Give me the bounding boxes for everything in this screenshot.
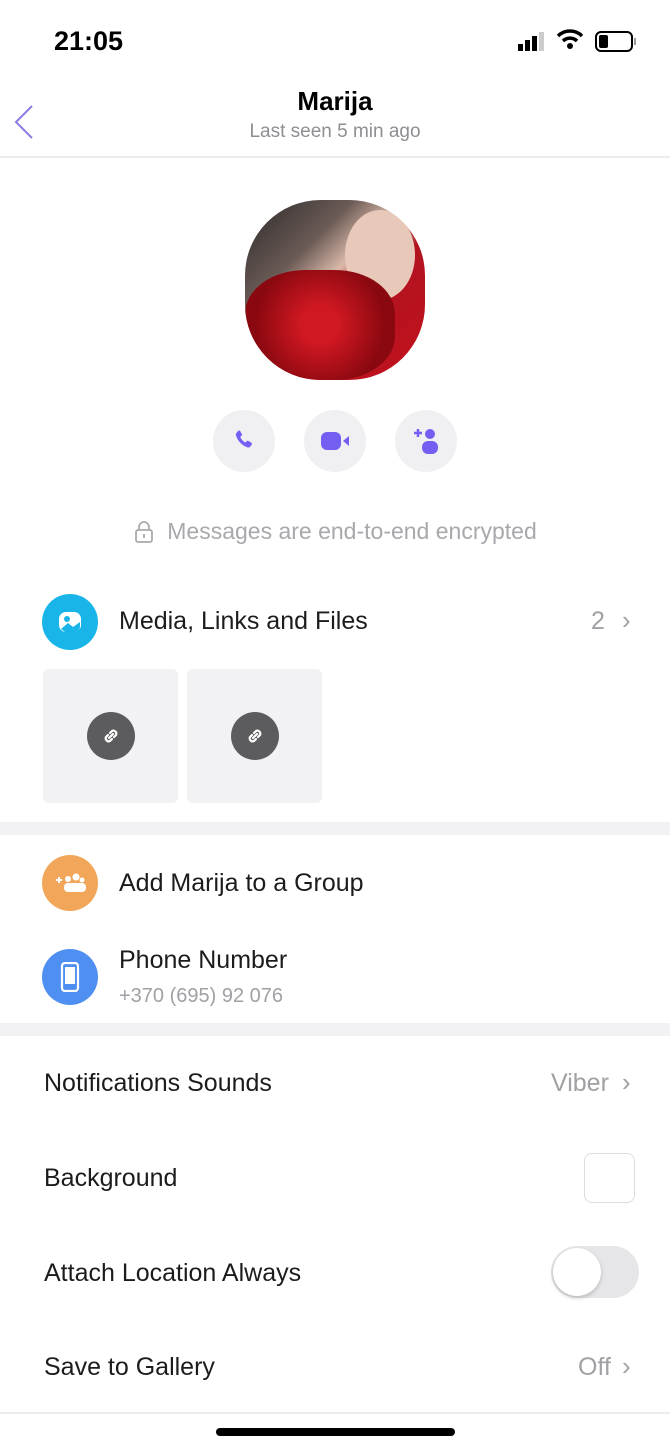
home-indicator <box>216 1428 455 1436</box>
add-contact-icon <box>414 429 438 454</box>
section-divider <box>0 1023 670 1036</box>
group-icon <box>42 855 98 911</box>
phone-number-row[interactable]: Phone Number +370 (695) 92 076 <box>0 940 670 1012</box>
chevron-right-icon: › <box>622 1351 631 1381</box>
media-label: Media, Links and Files <box>119 607 368 635</box>
last-seen: Last seen 5 min ago <box>249 121 421 142</box>
media-links-files-row[interactable]: Media, Links and Files 2 › <box>0 593 670 651</box>
section-divider <box>0 822 670 835</box>
background-row[interactable]: Background <box>0 1152 670 1204</box>
signal-icon <box>518 30 548 57</box>
background-label: Background <box>44 1164 178 1192</box>
notification-sounds-row[interactable]: Notifications Sounds Viber › <box>0 1060 670 1108</box>
link-icon <box>230 712 279 760</box>
background-preview[interactable] <box>584 1153 635 1203</box>
add-to-group-row[interactable]: Add Marija to a Group <box>0 855 670 913</box>
header-divider <box>0 156 670 158</box>
lock-icon <box>135 520 154 543</box>
phone-icon <box>235 430 252 448</box>
status-time: 21:05 <box>54 26 124 56</box>
mobile-phone-icon <box>42 949 98 1005</box>
encryption-note: Messages are end-to-end encrypted <box>0 518 670 545</box>
media-count: 2 <box>591 607 605 635</box>
media-item-link[interactable] <box>187 669 322 803</box>
save-to-gallery-label: Save to Gallery <box>44 1353 215 1381</box>
attach-location-label: Attach Location Always <box>44 1259 302 1287</box>
add-contact-button[interactable] <box>395 410 457 472</box>
notification-sounds-label: Notifications Sounds <box>44 1069 272 1097</box>
phone-label: Phone Number <box>119 946 288 974</box>
add-to-group-label: Add Marija to a Group <box>119 869 364 897</box>
contact-avatar[interactable] <box>245 200 425 380</box>
call-button[interactable] <box>213 410 275 472</box>
contact-name: Marija <box>297 86 373 116</box>
attach-location-toggle[interactable] <box>551 1246 639 1298</box>
media-item-link[interactable] <box>43 669 178 803</box>
phone-value: +370 (695) 92 076 <box>119 985 284 1007</box>
link-icon <box>86 712 135 760</box>
bottom-divider <box>0 1412 670 1414</box>
encryption-text: Messages are end-to-end encrypted <box>167 518 537 544</box>
attach-location-row: Attach Location Always <box>0 1245 670 1299</box>
video-call-button[interactable] <box>304 410 366 472</box>
save-to-gallery-value: Off <box>578 1353 611 1381</box>
chevron-right-icon: › <box>622 605 631 635</box>
video-icon <box>321 432 349 450</box>
battery-icon <box>595 31 637 58</box>
media-icon <box>42 594 98 650</box>
save-to-gallery-row[interactable]: Save to Gallery Off › <box>0 1342 670 1390</box>
notification-sounds-value: Viber <box>551 1069 609 1097</box>
wifi-icon <box>556 28 584 55</box>
chevron-right-icon: › <box>622 1067 631 1097</box>
